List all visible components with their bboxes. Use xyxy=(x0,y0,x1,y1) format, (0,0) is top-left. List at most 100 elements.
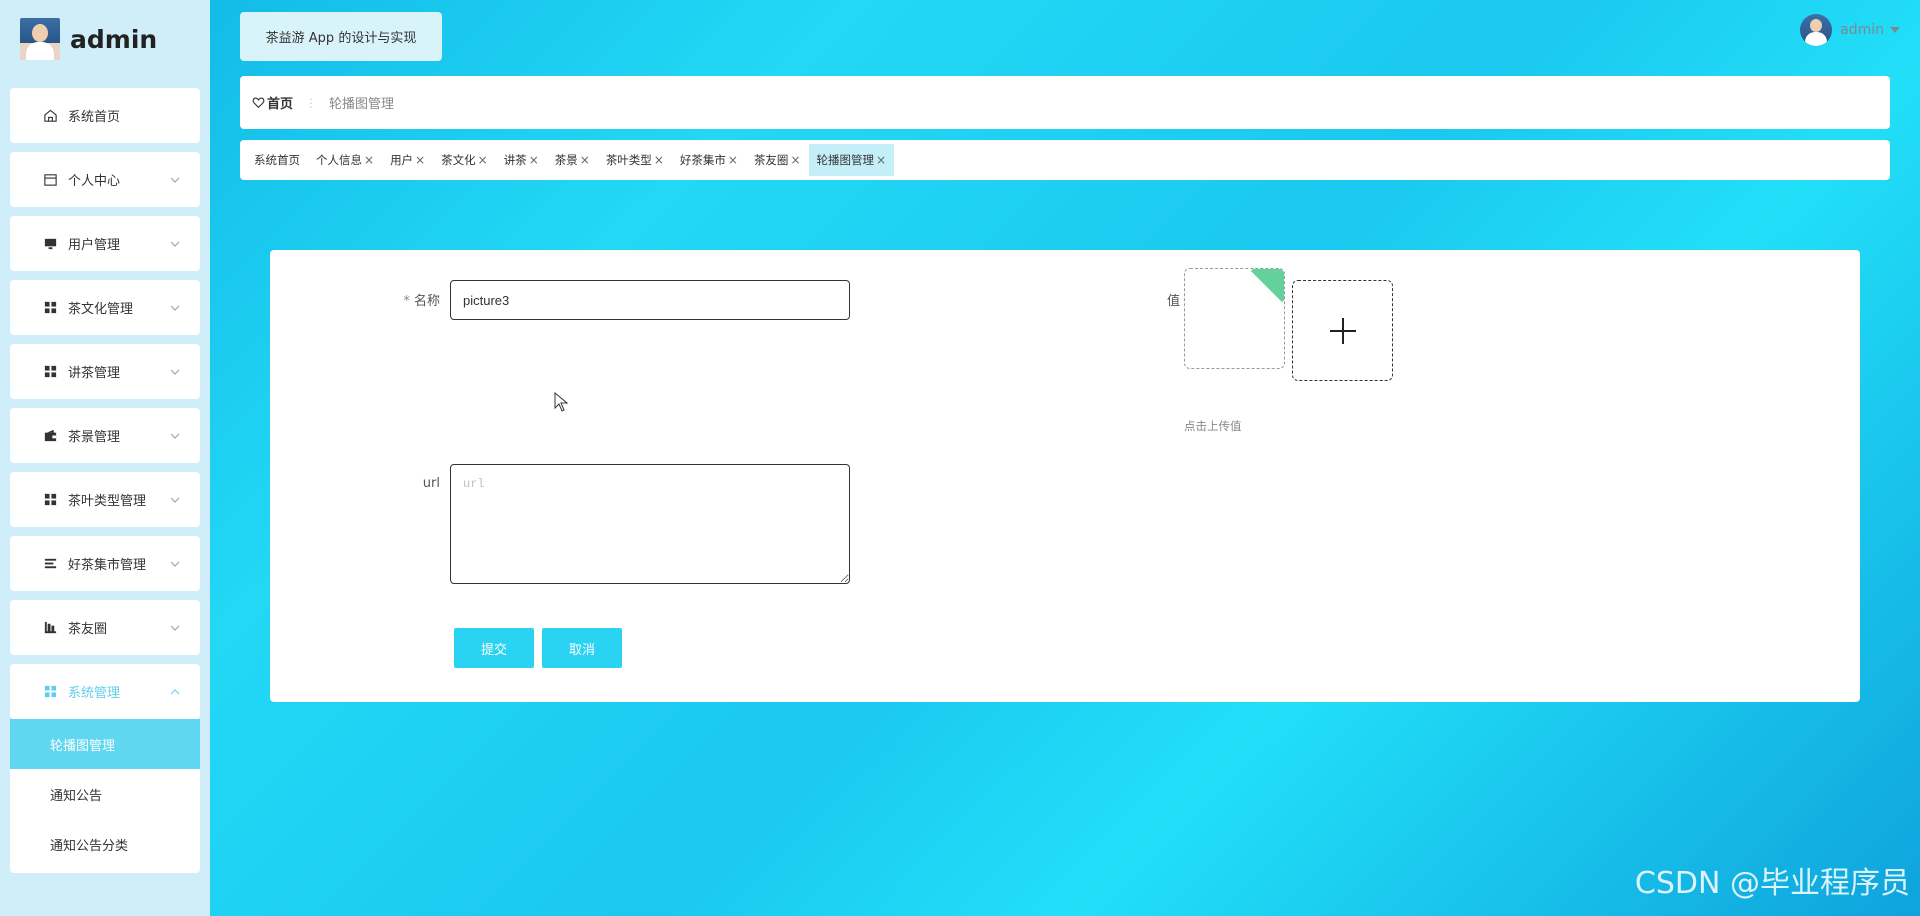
upload-button[interactable] xyxy=(1292,280,1393,381)
calendar-icon xyxy=(42,172,58,188)
watermark: CSDN @毕业程序员 xyxy=(1634,866,1910,901)
mouse-cursor-icon xyxy=(554,392,568,412)
sidebar-item-label: 好茶集市管理 xyxy=(68,558,147,573)
home-icon xyxy=(42,108,58,124)
submenu-item-carousel[interactable]: 轮播图管理 xyxy=(10,719,200,769)
sidebar-item-label: 系统管理 xyxy=(68,686,121,701)
tab-tea-talk[interactable]: 讲茶 × xyxy=(496,144,547,176)
tab-label: 茶友圈 xyxy=(753,153,789,167)
close-icon[interactable]: × xyxy=(478,153,488,167)
tab-label: 茶叶类型 xyxy=(605,153,652,167)
submenu-item-notice-category[interactable]: 通知公告分类 xyxy=(10,819,200,869)
sidebar-item-label: 茶叶类型管理 xyxy=(68,494,147,509)
name-input[interactable] xyxy=(450,280,850,320)
close-icon[interactable]: × xyxy=(790,153,800,167)
close-icon[interactable]: × xyxy=(580,153,590,167)
breadcrumb-home-label: 首页 xyxy=(267,97,294,112)
value-label: 值 xyxy=(1166,294,1180,309)
tab-tea-type[interactable]: 茶叶类型 × xyxy=(598,144,672,176)
tab-carousel[interactable]: 轮播图管理 × xyxy=(808,144,895,176)
chevron-down-icon xyxy=(170,561,180,567)
tab-label: 系统首页 xyxy=(254,153,300,167)
tab-tea-scenery[interactable]: 茶景 × xyxy=(547,144,598,176)
chevron-down-icon xyxy=(170,241,180,247)
tab-label: 轮播图管理 xyxy=(816,153,875,167)
chevron-down-icon xyxy=(170,177,180,183)
sidebar-item-users[interactable]: 用户管理 xyxy=(10,216,200,271)
sidebar-item-tea-market[interactable]: 好茶集市管理 xyxy=(10,536,200,591)
user-menu[interactable]: admin xyxy=(1800,14,1900,46)
cancel-button[interactable]: 取消 xyxy=(542,628,622,668)
avatar xyxy=(1800,14,1833,46)
heart-icon xyxy=(252,97,265,109)
sidebar-item-label: 茶文化管理 xyxy=(68,302,134,317)
upload-hint: 点击上传值 xyxy=(1184,419,1242,433)
user-name: admin xyxy=(1840,22,1884,38)
chevron-down-icon xyxy=(170,305,180,311)
breadcrumb-home[interactable]: 首页 xyxy=(252,93,293,112)
plus-icon xyxy=(1329,317,1356,344)
name-label-text: 名称 xyxy=(413,294,440,309)
close-icon[interactable]: × xyxy=(876,153,886,167)
close-icon[interactable]: × xyxy=(654,153,664,167)
sidebar-item-system[interactable]: 系统管理 xyxy=(10,664,200,719)
required-mark: * xyxy=(403,294,410,309)
sidebar-item-tea-culture[interactable]: 茶文化管理 xyxy=(10,280,200,335)
breadcrumb-separator: ⋮ xyxy=(305,95,318,110)
chevron-down-icon xyxy=(170,625,180,631)
tab-label: 好茶集市 xyxy=(679,153,726,167)
submit-button[interactable]: 提交 xyxy=(454,628,534,668)
submenu-item-label: 通知公告分类 xyxy=(50,838,129,854)
tab-tea-friends[interactable]: 茶友圈 × xyxy=(746,144,809,176)
sidebar: admin 系统首页 个人中心 用户管理 茶文化管理 讲茶管理 茶景管理 茶叶类… xyxy=(0,0,210,916)
sidebar-menu: 系统首页 个人中心 用户管理 茶文化管理 讲茶管理 茶景管理 茶叶类型管理 好茶… xyxy=(10,88,200,873)
tab-label: 讲茶 xyxy=(503,153,527,167)
edit-form-card: *名称 url 提交 取消 值 点击上传值 xyxy=(270,250,1860,702)
sidebar-item-tea-talk[interactable]: 讲茶管理 xyxy=(10,344,200,399)
sidebar-item-label: 茶景管理 xyxy=(68,430,121,445)
avatar xyxy=(20,18,60,60)
sidebar-item-tea-friends[interactable]: 茶友圈 xyxy=(10,600,200,655)
tab-tea-culture[interactable]: 茶文化 × xyxy=(433,144,496,176)
close-icon[interactable]: × xyxy=(364,153,374,167)
sidebar-item-tea-scenery[interactable]: 茶景管理 xyxy=(10,408,200,463)
tab-home[interactable]: 系统首页 xyxy=(246,144,308,176)
app-title: 茶益游 App 的设计与实现 xyxy=(240,12,442,61)
sidebar-item-profile[interactable]: 个人中心 xyxy=(10,152,200,207)
submenu-item-label: 通知公告 xyxy=(50,788,103,804)
monitor-icon xyxy=(42,236,58,252)
sidebar-item-home[interactable]: 系统首页 xyxy=(10,88,200,143)
chart-icon xyxy=(42,620,58,636)
sidebar-item-label: 用户管理 xyxy=(68,238,121,253)
sidebar-item-tea-type[interactable]: 茶叶类型管理 xyxy=(10,472,200,527)
brand: admin xyxy=(20,18,157,60)
sidebar-item-label: 系统首页 xyxy=(68,110,121,125)
sidebar-item-label: 讲茶管理 xyxy=(68,366,121,381)
close-icon[interactable]: × xyxy=(415,153,425,167)
url-textarea[interactable] xyxy=(450,464,850,584)
tabs-bar: 系统首页 个人信息 × 用户 × 茶文化 × 讲茶 × 茶景 × 茶叶类型 × 好茶集市 × … xyxy=(240,140,1890,180)
tab-tea-market[interactable]: 好茶集市 × xyxy=(672,144,746,176)
tab-users[interactable]: 用户 × xyxy=(382,144,433,176)
list-icon xyxy=(42,556,58,572)
close-icon[interactable]: × xyxy=(529,153,539,167)
sidebar-item-label: 个人中心 xyxy=(68,174,121,189)
wallet-icon xyxy=(42,428,58,444)
submenu-item-notice[interactable]: 通知公告 xyxy=(10,769,200,819)
tab-label: 用户 xyxy=(390,153,414,167)
tab-label: 个人信息 xyxy=(316,153,362,167)
grid-icon xyxy=(42,300,58,316)
brand-name: admin xyxy=(70,24,158,54)
grid-icon xyxy=(42,684,58,700)
sidebar-item-label: 茶友圈 xyxy=(68,622,108,637)
tab-profile[interactable]: 个人信息 × xyxy=(308,144,382,176)
submenu-item-label: 轮播图管理 xyxy=(50,738,116,754)
grid-icon xyxy=(42,492,58,508)
caret-down-icon xyxy=(1890,27,1900,33)
chevron-down-icon xyxy=(170,369,180,375)
uploaded-image-thumbnail[interactable] xyxy=(1184,268,1285,369)
chevron-up-icon xyxy=(170,688,180,694)
close-icon[interactable]: × xyxy=(728,153,738,167)
chevron-down-icon xyxy=(170,433,180,439)
breadcrumb-current: 轮播图管理 xyxy=(329,97,395,112)
